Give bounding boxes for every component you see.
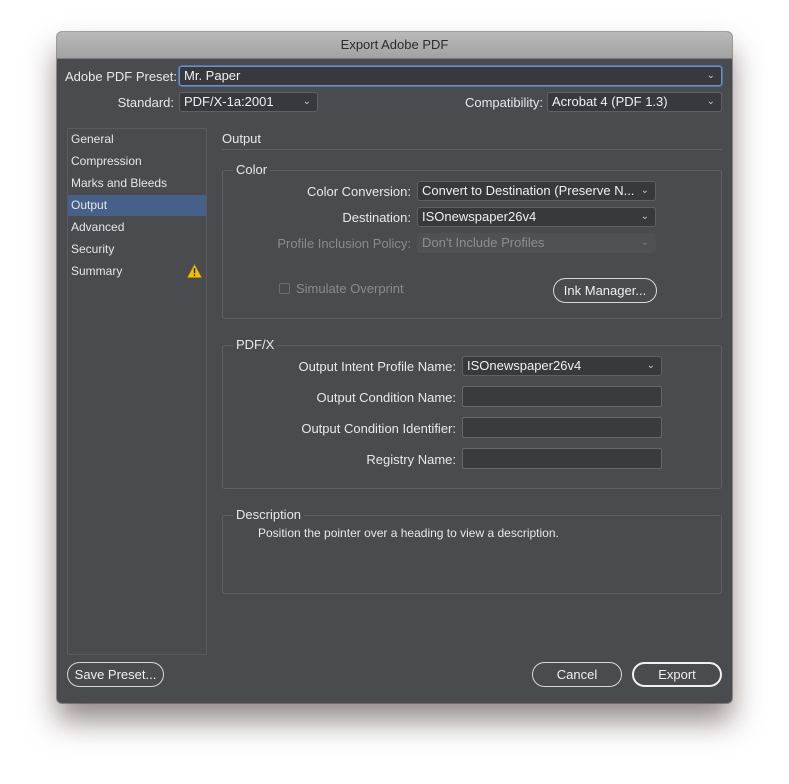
- sidebar-item-general[interactable]: General: [68, 129, 206, 150]
- chevron-down-icon: ⌄: [640, 211, 649, 222]
- chevron-down-icon: ⌄: [640, 237, 649, 248]
- chevron-down-icon: ⌄: [706, 70, 715, 81]
- sidebar-item-label: Advanced: [71, 220, 125, 234]
- profile-inclusion-policy-value: Don't Include Profiles: [422, 235, 545, 250]
- sidebar-item-output[interactable]: Output: [68, 195, 206, 216]
- section-divider: [222, 149, 722, 150]
- preset-value: Mr. Paper: [184, 68, 241, 83]
- standard-dropdown[interactable]: PDF/X-1a:2001 ⌄: [179, 92, 318, 112]
- sidebar-item-label: Security: [71, 242, 115, 256]
- simulate-overprint-checkbox[interactable]: [279, 283, 290, 294]
- output-intent-profile-dropdown[interactable]: ISOnewspaper26v4 ⌄: [462, 356, 662, 376]
- chevron-down-icon: ⌄: [640, 185, 649, 196]
- pdfx-group-title: PDF/X: [233, 337, 278, 353]
- destination-dropdown[interactable]: ISOnewspaper26v4 ⌄: [417, 207, 656, 227]
- output-condition-identifier-label: Output Condition Identifier:: [301, 421, 456, 436]
- output-condition-name-label: Output Condition Name:: [316, 390, 456, 405]
- ink-manager-button[interactable]: Ink Manager...: [553, 278, 657, 303]
- description-text: Position the pointer over a heading to v…: [258, 526, 559, 540]
- profile-inclusion-policy-label: Profile Inclusion Policy:: [277, 236, 411, 251]
- simulate-overprint-label: Simulate Overprint: [296, 281, 404, 296]
- cancel-button[interactable]: Cancel: [532, 662, 622, 687]
- destination-value: ISOnewspaper26v4: [422, 209, 537, 224]
- compatibility-dropdown[interactable]: Acrobat 4 (PDF 1.3) ⌄: [547, 92, 722, 112]
- output-condition-identifier-field[interactable]: [462, 417, 662, 438]
- compatibility-value: Acrobat 4 (PDF 1.3): [552, 94, 668, 109]
- warning-icon: [187, 264, 202, 278]
- preset-dropdown[interactable]: Mr. Paper ⌄: [179, 66, 722, 86]
- output-intent-profile-label: Output Intent Profile Name:: [298, 359, 456, 374]
- preset-label: Adobe PDF Preset:: [65, 69, 177, 84]
- output-intent-profile-value: ISOnewspaper26v4: [467, 358, 582, 373]
- color-conversion-label: Color Conversion:: [306, 184, 411, 199]
- window-title: Export Adobe PDF: [57, 32, 732, 59]
- export-button[interactable]: Export: [632, 662, 722, 687]
- export-pdf-dialog: Export Adobe PDF Adobe PDF Preset: Mr. P…: [57, 32, 732, 703]
- sidebar-item-summary[interactable]: Summary: [68, 261, 206, 282]
- sidebar-item-label: Summary: [71, 264, 123, 278]
- chevron-down-icon: ⌄: [302, 96, 311, 107]
- destination-label: Destination:: [342, 210, 411, 225]
- compatibility-label: Compatibility:: [464, 95, 543, 110]
- sidebar-item-marks-and-bleeds[interactable]: Marks and Bleeds: [68, 173, 206, 194]
- sidebar: General Compression Marks and Bleeds Out…: [67, 128, 207, 655]
- color-group-title: Color: [233, 162, 271, 178]
- color-conversion-dropdown[interactable]: Convert to Destination (Preserve N... ⌄: [417, 181, 656, 201]
- profile-inclusion-policy-dropdown[interactable]: Don't Include Profiles ⌄: [417, 233, 656, 253]
- description-group-title: Description: [233, 507, 305, 523]
- save-preset-button[interactable]: Save Preset...: [67, 662, 164, 687]
- chevron-down-icon: ⌄: [646, 360, 655, 371]
- chevron-down-icon: ⌄: [706, 96, 715, 107]
- sidebar-item-label: Output: [71, 198, 108, 212]
- sidebar-item-label: Compression: [71, 154, 142, 168]
- standard-value: PDF/X-1a:2001: [184, 94, 274, 109]
- registry-name-field[interactable]: [462, 448, 662, 469]
- color-conversion-value: Convert to Destination (Preserve N...: [422, 183, 635, 198]
- sidebar-item-advanced[interactable]: Advanced: [68, 217, 206, 238]
- sidebar-item-compression[interactable]: Compression: [68, 151, 206, 172]
- registry-name-label: Registry Name:: [366, 452, 456, 467]
- sidebar-item-security[interactable]: Security: [68, 239, 206, 260]
- section-title: Output: [222, 131, 262, 146]
- output-condition-name-field[interactable]: [462, 386, 662, 407]
- sidebar-item-label: General: [71, 132, 114, 146]
- standard-label: Standard:: [117, 95, 174, 110]
- sidebar-item-label: Marks and Bleeds: [71, 176, 168, 190]
